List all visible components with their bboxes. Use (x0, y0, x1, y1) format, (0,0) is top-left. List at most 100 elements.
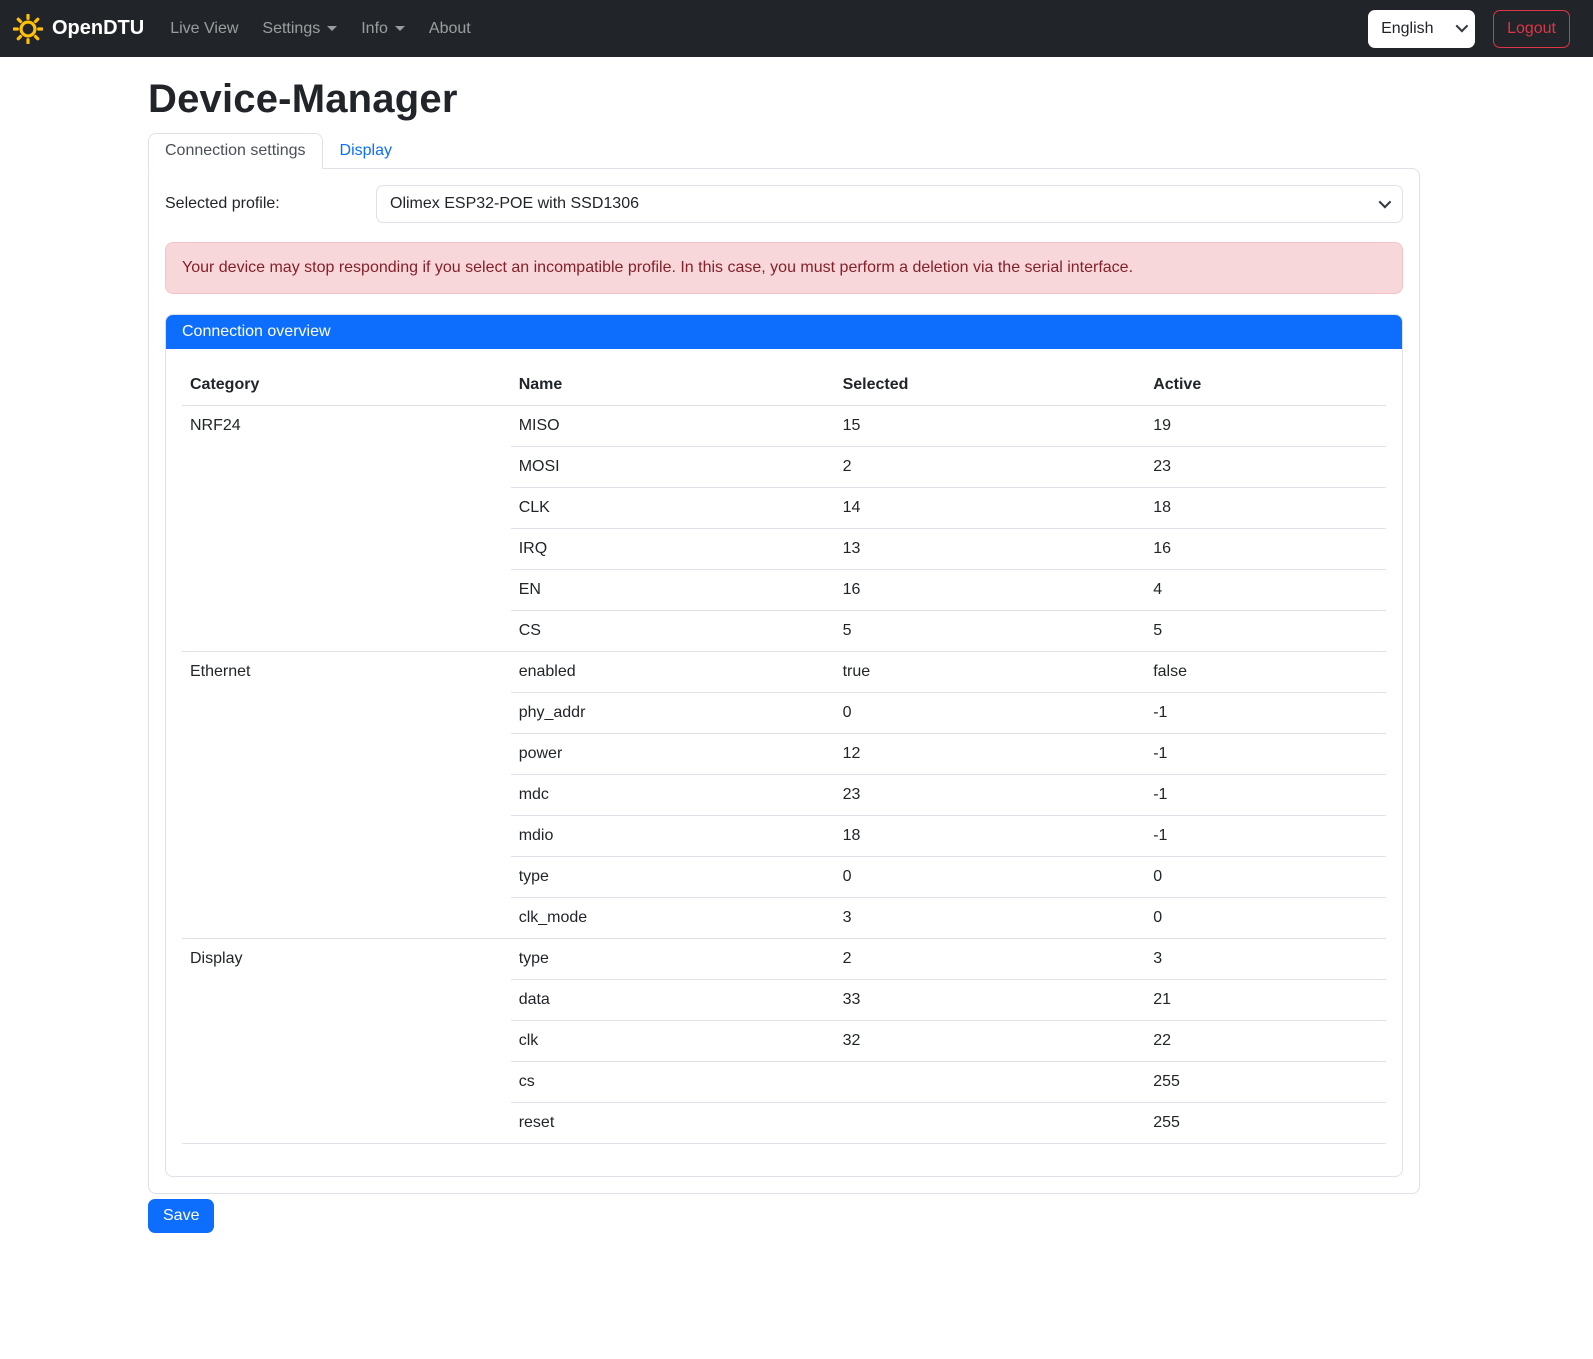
name-cell: enabled (511, 652, 835, 693)
connection-overview-panel: Connection overview Category Name Select… (165, 314, 1403, 1177)
brand-label: OpenDTU (52, 17, 144, 40)
column-header-active: Active (1145, 365, 1386, 406)
chevron-down-icon (1379, 196, 1392, 209)
main-content: Device-Manager Connection settings Displ… (148, 77, 1420, 1233)
main-nav: Live View Settings Info About (158, 12, 483, 46)
navbar: OpenDTU Live View Settings Info About En… (0, 0, 1593, 57)
selected-cell: 23 (835, 775, 1146, 816)
column-header-selected: Selected (835, 365, 1146, 406)
selected-cell: 15 (835, 406, 1146, 447)
profile-select-value: Olimex ESP32-POE with SSD1306 (390, 195, 639, 213)
active-cell: 23 (1145, 447, 1386, 488)
active-cell: 16 (1145, 529, 1386, 570)
brand[interactable]: OpenDTU (13, 14, 144, 44)
active-cell: 255 (1145, 1103, 1386, 1144)
selected-cell: 33 (835, 980, 1146, 1021)
caret-down-icon (395, 26, 405, 31)
nav-item-label: About (429, 20, 471, 38)
selected-cell: 3 (835, 898, 1146, 939)
selected-cell: true (835, 652, 1146, 693)
name-cell: cs (511, 1062, 835, 1103)
selected-cell: 14 (835, 488, 1146, 529)
name-cell: EN (511, 570, 835, 611)
active-cell: 4 (1145, 570, 1386, 611)
active-cell: -1 (1145, 775, 1386, 816)
name-cell: MISO (511, 406, 835, 447)
column-header-category: Category (182, 365, 511, 406)
caret-down-icon (327, 26, 337, 31)
nav-item-label: Settings (262, 20, 320, 38)
selected-cell: 5 (835, 611, 1146, 652)
save-button[interactable]: Save (148, 1199, 214, 1233)
table-row: NRF24MISO1519 (182, 406, 1386, 447)
active-cell: -1 (1145, 734, 1386, 775)
column-header-name: Name (511, 365, 835, 406)
selected-cell: 12 (835, 734, 1146, 775)
active-cell: 19 (1145, 406, 1386, 447)
danger-alert: Your device may stop responding if you s… (165, 242, 1403, 294)
connection-settings-card: Selected profile: Olimex ESP32-POE with … (148, 168, 1420, 1194)
selected-cell (835, 1103, 1146, 1144)
name-cell: CLK (511, 488, 835, 529)
category-cell: NRF24 (182, 406, 511, 652)
nav-item-live-view[interactable]: Live View (162, 12, 246, 46)
tab-connection-settings[interactable]: Connection settings (148, 133, 323, 169)
nav-item-info[interactable]: Info (353, 12, 413, 46)
selected-cell: 18 (835, 816, 1146, 857)
selected-cell: 2 (835, 447, 1146, 488)
name-cell: type (511, 857, 835, 898)
table-row: Ethernetenabledtruefalse (182, 652, 1386, 693)
table-header-row: Category Name Selected Active (182, 365, 1386, 406)
name-cell: phy_addr (511, 693, 835, 734)
active-cell: 3 (1145, 939, 1386, 980)
selected-cell: 0 (835, 857, 1146, 898)
nav-item-settings[interactable]: Settings (254, 12, 345, 46)
selected-cell: 32 (835, 1021, 1146, 1062)
page-title: Device-Manager (148, 77, 1420, 122)
selected-cell: 16 (835, 570, 1146, 611)
tab-bar: Connection settings Display (148, 133, 1420, 168)
profile-row: Selected profile: Olimex ESP32-POE with … (165, 185, 1403, 223)
nav-item-about[interactable]: About (421, 12, 479, 46)
language-select-value: English (1381, 20, 1433, 38)
active-cell: -1 (1145, 816, 1386, 857)
sun-icon (13, 14, 43, 44)
active-cell: 5 (1145, 611, 1386, 652)
category-cell: Ethernet (182, 652, 511, 939)
name-cell: data (511, 980, 835, 1021)
active-cell: false (1145, 652, 1386, 693)
active-cell: 21 (1145, 980, 1386, 1021)
name-cell: clk_mode (511, 898, 835, 939)
name-cell: mdio (511, 816, 835, 857)
selected-cell (835, 1062, 1146, 1103)
active-cell: 0 (1145, 857, 1386, 898)
navbar-right: English Logout (1368, 10, 1570, 48)
active-cell: 0 (1145, 898, 1386, 939)
language-select[interactable]: English (1368, 10, 1475, 48)
nav-item-label: Live View (170, 20, 238, 38)
selected-cell: 13 (835, 529, 1146, 570)
profile-label: Selected profile: (165, 195, 376, 213)
active-cell: 18 (1145, 488, 1386, 529)
profile-select[interactable]: Olimex ESP32-POE with SSD1306 (376, 185, 1403, 223)
panel-header: Connection overview (166, 315, 1402, 349)
chevron-down-icon (1456, 19, 1469, 32)
name-cell: IRQ (511, 529, 835, 570)
active-cell: 255 (1145, 1062, 1386, 1103)
table-row: Displaytype23 (182, 939, 1386, 980)
category-cell: Display (182, 939, 511, 1144)
name-cell: MOSI (511, 447, 835, 488)
panel-body: Category Name Selected Active NRF24MISO1… (166, 349, 1402, 1176)
tab-display[interactable]: Display (323, 133, 409, 169)
overview-table-body: NRF24MISO1519MOSI223CLK1418IRQ1316EN164C… (182, 406, 1386, 1144)
logout-button[interactable]: Logout (1493, 10, 1570, 48)
name-cell: CS (511, 611, 835, 652)
active-cell: -1 (1145, 693, 1386, 734)
name-cell: mdc (511, 775, 835, 816)
active-cell: 22 (1145, 1021, 1386, 1062)
name-cell: type (511, 939, 835, 980)
nav-item-label: Info (361, 20, 388, 38)
name-cell: reset (511, 1103, 835, 1144)
name-cell: power (511, 734, 835, 775)
name-cell: clk (511, 1021, 835, 1062)
